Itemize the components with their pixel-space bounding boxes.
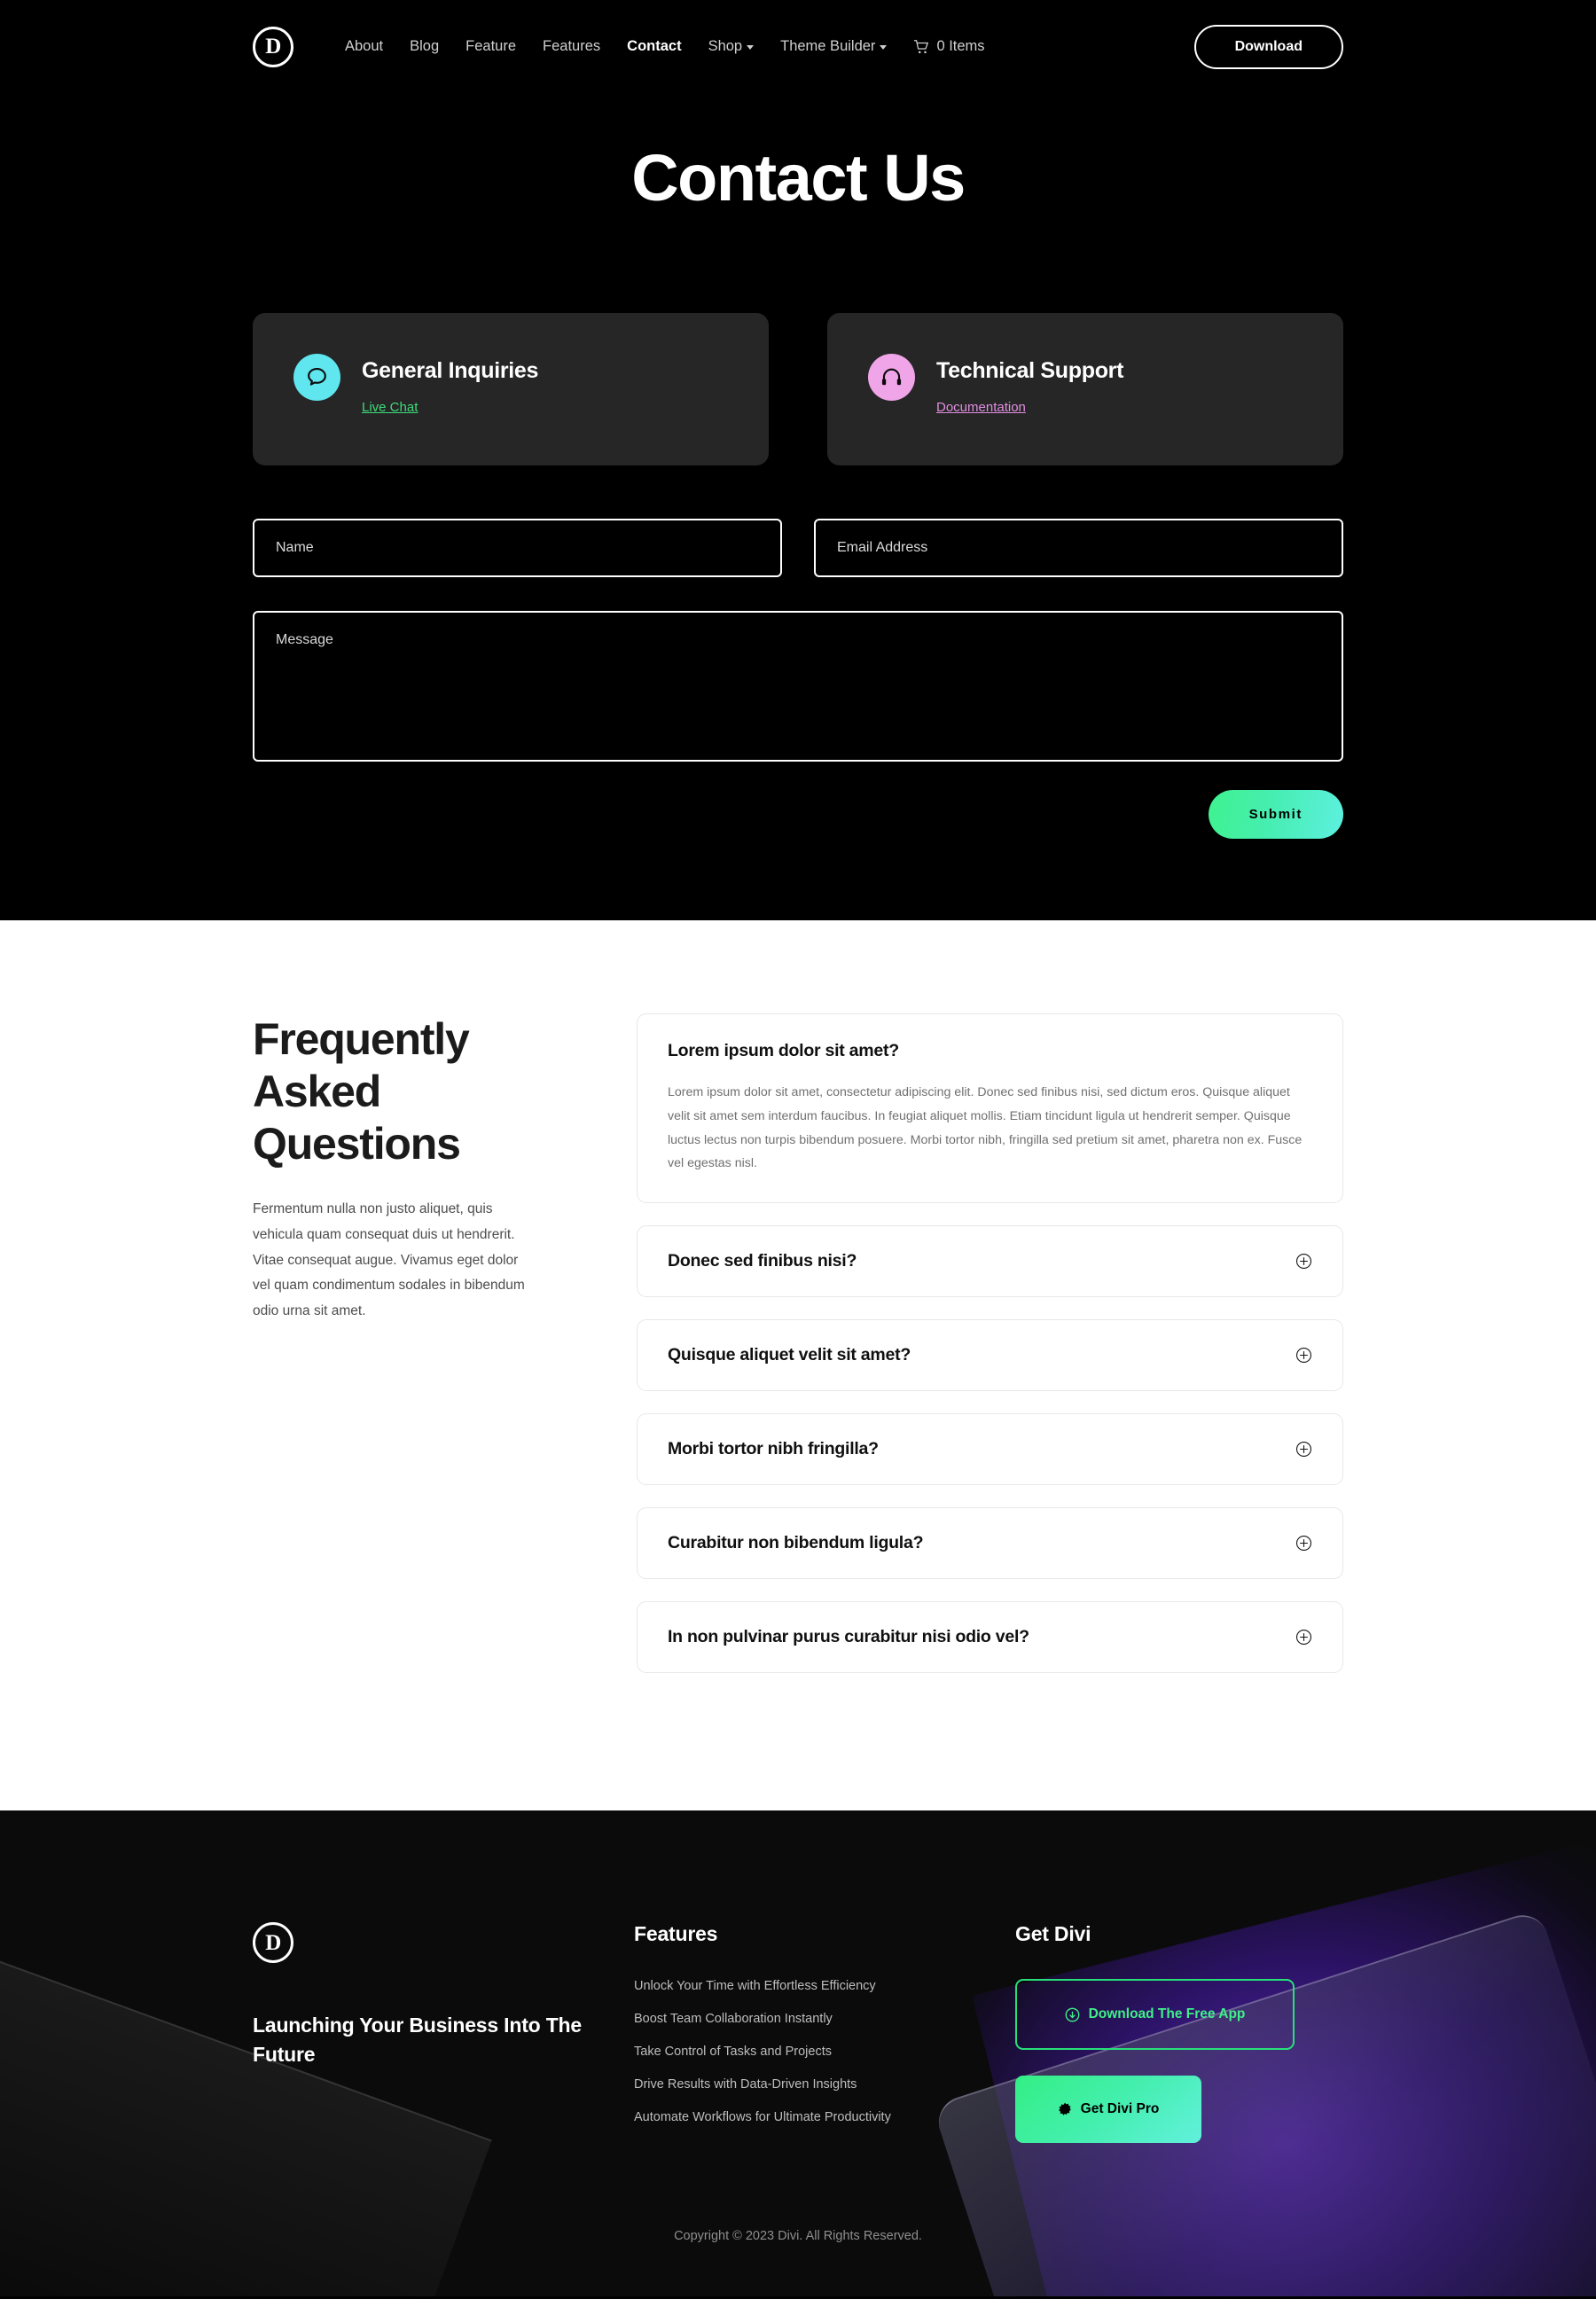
main-navigation: About Blog Feature Features Contact Shop… bbox=[332, 38, 998, 55]
site-header: D About Blog Feature Features Contact Sh… bbox=[0, 0, 1596, 93]
footer-brand: D Launching Your Business Into The Futur… bbox=[253, 1922, 634, 2143]
message-textarea[interactable] bbox=[253, 611, 1343, 762]
footer-feature-link[interactable]: Take Control of Tasks and Projects bbox=[634, 2045, 1015, 2059]
accordion-item[interactable]: Curabitur non bibendum ligula? bbox=[637, 1507, 1343, 1580]
chat-bubble-icon bbox=[293, 354, 340, 402]
accordion-item-open[interactable]: Lorem ipsum dolor sit amet? Lorem ipsum … bbox=[637, 1013, 1343, 1204]
nav-item-shop[interactable]: Shop bbox=[695, 38, 768, 55]
footer-features-heading: Features bbox=[634, 1922, 718, 1946]
download-free-app-button[interactable]: Download The Free App bbox=[1015, 1979, 1295, 2051]
chevron-down-icon bbox=[880, 45, 888, 50]
divi-logo-icon[interactable]: D bbox=[253, 26, 293, 67]
faq-accordion: Lorem ipsum dolor sit amet? Lorem ipsum … bbox=[637, 1013, 1343, 1695]
nav-label: About bbox=[345, 38, 384, 54]
starburst-badge-icon bbox=[1058, 2102, 1071, 2115]
footer-features-column: Features Unlock Your Time with Effortles… bbox=[634, 1922, 1015, 2143]
accordion-item[interactable]: Morbi tortor nibh fringilla? bbox=[637, 1413, 1343, 1486]
footer-feature-link[interactable]: Unlock Your Time with Effortless Efficie… bbox=[634, 1979, 1015, 1993]
contact-card-technical-support: Technical Support Documentation bbox=[827, 313, 1343, 466]
copyright-text: Copyright © 2023 Divi. All Rights Reserv… bbox=[674, 2229, 922, 2244]
cart-icon bbox=[914, 39, 929, 53]
plus-circle-icon[interactable] bbox=[1295, 1629, 1312, 1646]
get-divi-pro-button[interactable]: Get Divi Pro bbox=[1015, 2076, 1201, 2144]
nav-label: Shop bbox=[708, 38, 743, 54]
nav-item-features[interactable]: Features bbox=[529, 38, 614, 55]
footer-get-divi-column: Get Divi Download The Free App Get Divi … bbox=[1015, 1922, 1343, 2144]
submit-button[interactable]: Submit bbox=[1208, 790, 1343, 840]
nav-label: Theme Builder bbox=[780, 38, 876, 54]
chevron-down-icon bbox=[747, 45, 755, 50]
download-button[interactable]: Download bbox=[1193, 24, 1343, 69]
nav-label: Contact bbox=[627, 38, 682, 54]
accordion-item[interactable]: Quisque aliquet velit sit amet? bbox=[637, 1319, 1343, 1392]
accordion-question: Quisque aliquet velit sit amet? bbox=[668, 1345, 911, 1365]
headphones-icon bbox=[868, 354, 915, 402]
live-chat-link[interactable]: Live Chat bbox=[362, 400, 418, 415]
faq-heading: Frequently Asked Questions bbox=[253, 1014, 470, 1169]
contact-cards: General Inquiries Live Chat Technical Su… bbox=[253, 313, 1343, 466]
cart-link[interactable]: 0 Items bbox=[900, 38, 998, 55]
footer-feature-link[interactable]: Drive Results with Data-Driven Insights bbox=[634, 2077, 1015, 2092]
site-footer: D Launching Your Business Into The Futur… bbox=[0, 1810, 1596, 2297]
download-arrow-icon bbox=[1065, 2007, 1079, 2022]
accordion-question: Lorem ipsum dolor sit amet? bbox=[668, 1041, 899, 1061]
plus-circle-icon[interactable] bbox=[1295, 1253, 1312, 1270]
footer-tagline: Launching Your Business Into The Future bbox=[253, 2014, 582, 2066]
hero-spacer bbox=[0, 839, 1596, 920]
page-title: Contact Us bbox=[631, 141, 966, 215]
plus-circle-icon[interactable] bbox=[1295, 1441, 1312, 1458]
divi-logo-icon[interactable]: D bbox=[253, 1922, 293, 1964]
accordion-answer: Lorem ipsum dolor sit amet, consectetur … bbox=[668, 1085, 1303, 1171]
faq-intro: Frequently Asked Questions Fermentum nul… bbox=[253, 1013, 528, 1695]
card-title: General Inquiries bbox=[362, 358, 539, 384]
footer-get-divi-heading: Get Divi bbox=[1015, 1922, 1091, 1946]
nav-item-theme-builder[interactable]: Theme Builder bbox=[767, 38, 900, 55]
card-title: Technical Support bbox=[936, 358, 1124, 384]
nav-label: Blog bbox=[410, 38, 440, 54]
faq-section: Frequently Asked Questions Fermentum nul… bbox=[0, 920, 1596, 1811]
nav-label: Features bbox=[543, 38, 601, 54]
button-label: Get Divi Pro bbox=[1080, 2101, 1160, 2117]
cart-count-label: 0 Items bbox=[936, 38, 985, 54]
contact-card-general-inquiries: General Inquiries Live Chat bbox=[253, 313, 769, 466]
nav-item-about[interactable]: About bbox=[332, 38, 396, 55]
plus-circle-icon[interactable] bbox=[1295, 1347, 1312, 1364]
accordion-question: Morbi tortor nibh fringilla? bbox=[668, 1439, 879, 1459]
plus-circle-icon[interactable] bbox=[1295, 1535, 1312, 1552]
accordion-question: Donec sed finibus nisi? bbox=[668, 1251, 857, 1271]
documentation-link[interactable]: Documentation bbox=[936, 400, 1026, 415]
accordion-item[interactable]: Donec sed finibus nisi? bbox=[637, 1225, 1343, 1298]
contact-form: Submit bbox=[253, 519, 1343, 840]
faq-description: Fermentum nulla non justo aliquet, quis … bbox=[253, 1201, 525, 1319]
nav-item-feature[interactable]: Feature bbox=[452, 38, 529, 55]
accordion-question: In non pulvinar purus curabitur nisi odi… bbox=[668, 1627, 1029, 1647]
footer-feature-link[interactable]: Automate Workflows for Ultimate Producti… bbox=[634, 2110, 1015, 2124]
accordion-item[interactable]: In non pulvinar purus curabitur nisi odi… bbox=[637, 1601, 1343, 1674]
nav-item-contact[interactable]: Contact bbox=[614, 38, 694, 55]
logo-letter: D bbox=[265, 35, 281, 59]
nav-item-blog[interactable]: Blog bbox=[396, 38, 452, 55]
footer-feature-link[interactable]: Boost Team Collaboration Instantly bbox=[634, 2012, 1015, 2026]
accordion-question: Curabitur non bibendum ligula? bbox=[668, 1533, 924, 1553]
name-input[interactable] bbox=[253, 519, 782, 578]
hero-section: Contact Us General Inquiries Live Chat T… bbox=[0, 93, 1596, 921]
button-label: Download The Free App bbox=[1088, 2006, 1246, 2022]
nav-label: Feature bbox=[466, 38, 517, 54]
email-input[interactable] bbox=[814, 519, 1343, 578]
logo-letter: D bbox=[265, 1930, 281, 1955]
